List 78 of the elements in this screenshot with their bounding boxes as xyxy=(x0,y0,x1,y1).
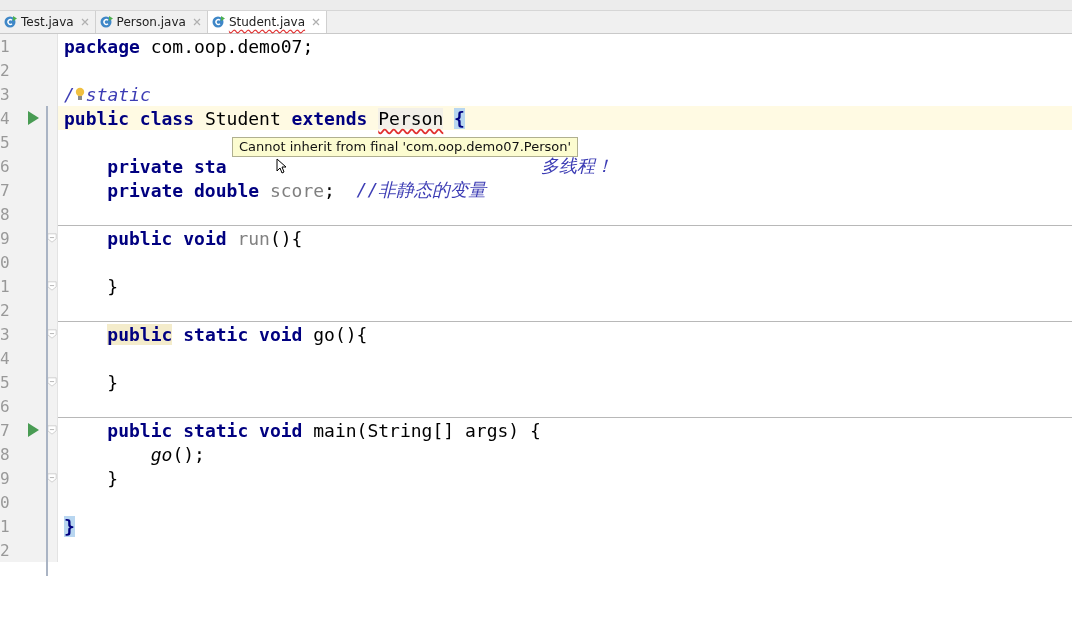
method-call: go xyxy=(150,443,173,465)
error-tooltip: Cannot inherit from final 'com.oop.demo07.Person' xyxy=(232,137,579,157)
line-number: 6 xyxy=(0,396,11,416)
keyword: extends xyxy=(291,107,368,129)
line-number: 0 xyxy=(0,492,11,512)
file-tab[interactable]: Person.java xyxy=(95,11,208,33)
mouse-cursor-icon xyxy=(276,158,286,174)
identifier: run xyxy=(237,227,270,249)
run-icon[interactable] xyxy=(27,111,40,125)
close-icon[interactable] xyxy=(80,18,89,26)
line-number: 4 xyxy=(0,108,11,128)
keyword: void xyxy=(259,419,303,441)
fold-icon[interactable] xyxy=(47,424,57,436)
keyword: void xyxy=(259,323,303,345)
keyword: class xyxy=(139,107,195,129)
line-number: 5 xyxy=(0,372,11,392)
file-tab[interactable]: Test.java xyxy=(0,11,96,33)
keyword: void xyxy=(183,227,227,249)
matched-brace: { xyxy=(454,107,465,129)
code-comment: 多线程！ xyxy=(540,154,613,178)
fold-icon[interactable] xyxy=(47,472,57,484)
code-text: com.oop.demo07; xyxy=(150,35,314,57)
line-number: 9 xyxy=(0,228,11,248)
fold-icon[interactable] xyxy=(47,376,57,388)
code-text: Student xyxy=(204,107,281,129)
code-text: } xyxy=(107,275,119,297)
class-file-icon xyxy=(4,15,18,29)
line-number: 7 xyxy=(0,180,11,200)
error-identifier: Person xyxy=(378,107,444,129)
code-comment: //非静态的变量 xyxy=(356,178,487,202)
keyword: static xyxy=(183,419,249,441)
keyword: private xyxy=(107,179,184,201)
code-text: go(){ xyxy=(313,323,368,345)
code-text: (){ xyxy=(269,227,303,249)
line-number: 2 xyxy=(0,540,11,560)
line-number: 1 xyxy=(0,276,11,296)
line-number: 9 xyxy=(0,468,11,488)
close-icon[interactable] xyxy=(192,18,201,26)
matched-brace: } xyxy=(64,515,75,537)
line-number: 3 xyxy=(0,84,11,104)
code-text: ; xyxy=(324,179,335,201)
line-number: 4 xyxy=(0,348,11,368)
line-number: 2 xyxy=(0,60,11,80)
identifier: score xyxy=(269,179,325,201)
line-number: 1 xyxy=(0,516,11,536)
fold-icon[interactable] xyxy=(47,232,57,244)
code-comment: / xyxy=(64,83,75,105)
line-number: 5 xyxy=(0,132,11,152)
lightbulb-icon[interactable] xyxy=(75,87,86,101)
keyword: static xyxy=(183,323,249,345)
code-comment: static xyxy=(85,83,151,105)
code-text: } xyxy=(107,467,119,489)
line-number: 3 xyxy=(0,324,11,344)
keyword: public xyxy=(107,323,173,345)
line-number: 6 xyxy=(0,156,11,176)
class-file-icon xyxy=(211,15,226,29)
line-number: 2 xyxy=(0,300,11,320)
line-number: 8 xyxy=(0,204,11,224)
line-number: 0 xyxy=(0,252,11,272)
line-number: 7 xyxy=(0,420,11,440)
fold-icon[interactable] xyxy=(47,280,57,292)
line-number: 1 xyxy=(0,36,11,56)
run-icon[interactable] xyxy=(27,423,40,437)
line-number: 8 xyxy=(0,444,11,464)
code-text: } xyxy=(107,371,119,393)
file-tab[interactable]: Student.java xyxy=(207,11,328,33)
keyword: sta xyxy=(194,155,227,177)
keyword: private xyxy=(107,155,184,177)
close-icon[interactable] xyxy=(312,18,321,26)
fold-icon[interactable] xyxy=(47,328,57,340)
code-text: (); xyxy=(172,443,205,465)
keyword: package xyxy=(64,35,140,57)
keyword: double xyxy=(194,179,260,201)
keyword: public xyxy=(64,107,130,129)
keyword: public xyxy=(107,419,173,441)
keyword: public xyxy=(107,227,173,249)
code-text: main(String[] args) { xyxy=(313,419,541,441)
class-file-icon xyxy=(99,15,114,29)
